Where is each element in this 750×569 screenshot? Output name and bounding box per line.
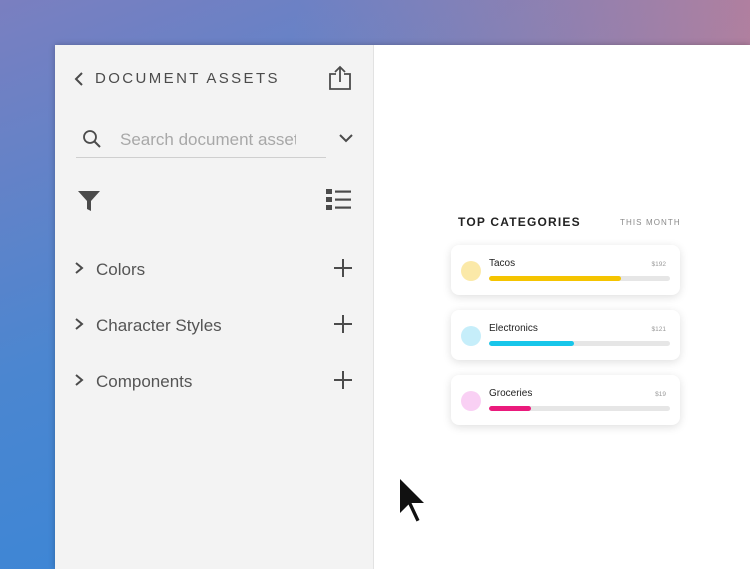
category-dot: [461, 391, 481, 411]
progress-fill: [489, 276, 622, 281]
chevron-left-icon[interactable]: [72, 71, 86, 87]
search-bar: [76, 123, 326, 158]
search-icon: [83, 130, 101, 148]
chevron-right-icon: [75, 262, 84, 274]
category-card-groceries[interactable]: Groceries $19: [451, 375, 680, 425]
category-name: Groceries: [489, 388, 533, 399]
category-name: Electronics: [489, 323, 538, 334]
mouse-cursor-icon: [396, 473, 431, 527]
section-label: Character Styles: [96, 316, 222, 335]
progress-fill: [489, 341, 575, 346]
section-label: Components: [96, 372, 193, 391]
add-icon[interactable]: [333, 314, 353, 334]
category-card-tacos[interactable]: Tacos $192: [451, 245, 680, 295]
search-input[interactable]: [120, 126, 296, 154]
add-icon[interactable]: [333, 370, 353, 390]
section-character-styles[interactable]: Character Styles: [73, 310, 355, 340]
category-amount: $121: [651, 326, 666, 333]
list-view-icon[interactable]: [326, 188, 351, 211]
category-amount: $192: [651, 261, 666, 268]
section-components[interactable]: Components: [73, 366, 355, 396]
progress-track: [489, 341, 670, 346]
card-period: THIS MONTH: [620, 218, 681, 227]
category-card-electronics[interactable]: Electronics $121: [451, 310, 680, 360]
section-colors[interactable]: Colors: [73, 254, 355, 284]
document-assets-panel: DOCUMENT ASSETS Search document assets C…: [55, 45, 374, 569]
progress-fill: [489, 406, 531, 411]
chevron-right-icon: [75, 318, 84, 330]
category-dot: [461, 261, 481, 281]
progress-track: [489, 276, 670, 281]
progress-track: [489, 406, 670, 411]
category-name: Tacos: [489, 258, 516, 269]
filter-icon[interactable]: [77, 189, 101, 213]
category-amount: $19: [655, 391, 666, 398]
chevron-down-icon[interactable]: [338, 131, 354, 145]
card-title: TOP CATEGORIES: [458, 215, 581, 229]
add-icon[interactable]: [333, 258, 353, 278]
section-label: Colors: [96, 260, 146, 279]
panel-title: DOCUMENT ASSETS: [95, 70, 280, 87]
share-icon[interactable]: [328, 65, 352, 91]
category-dot: [461, 326, 481, 346]
chevron-right-icon: [75, 374, 84, 386]
